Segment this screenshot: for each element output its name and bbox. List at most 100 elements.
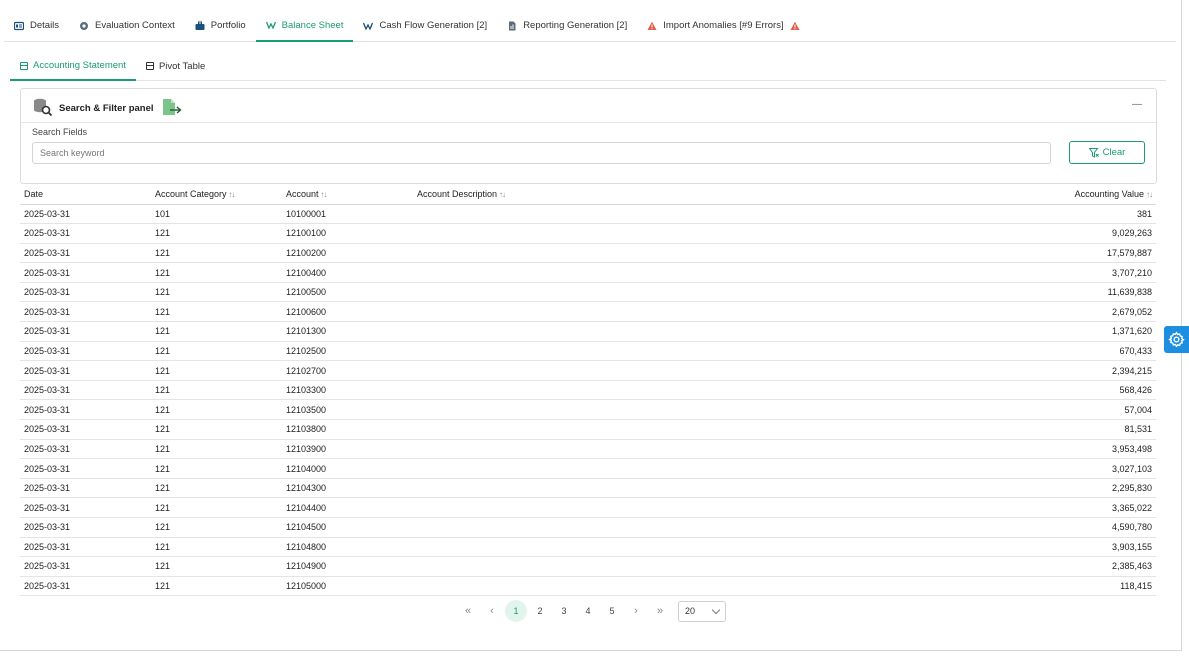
table-row[interactable]: 2025-03-31 101 10100001 381 [20, 204, 1156, 225]
sort-icon[interactable]: ↑↓ [1146, 190, 1153, 199]
table-row[interactable]: 2025-03-31 121 12103900 3,953,498 [20, 439, 1156, 460]
table-row[interactable]: 2025-03-31 121 12105000 118,415 [20, 576, 1156, 597]
cell-accounting-value: 3,707,210 [1013, 262, 1156, 283]
tab-balance-sheet-label: Balance Sheet [281, 19, 344, 31]
cell-account-category: 121 [151, 458, 282, 479]
cell-account-category: 121 [151, 497, 282, 518]
cell-date: 2025-03-31 [20, 204, 151, 225]
search-input[interactable] [32, 142, 1051, 164]
sort-icon[interactable]: ↑↓ [321, 190, 328, 199]
cell-account-description [413, 262, 1013, 283]
table-row[interactable]: 2025-03-31 121 12100100 9,029,263 [20, 223, 1156, 244]
cell-account: 12102500 [282, 341, 413, 362]
table-row[interactable]: 2025-03-31 121 12104800 3,903,155 [20, 537, 1156, 558]
cell-account: 12104300 [282, 478, 413, 499]
details-icon [13, 21, 25, 31]
table-row[interactable]: 2025-03-31 121 12104000 3,027,103 [20, 458, 1156, 479]
page-button-4[interactable]: 4 [577, 600, 599, 622]
cell-account-category: 121 [151, 517, 282, 538]
cell-account-category: 121 [151, 537, 282, 558]
column-header-account-description[interactable]: Account Description ↑↓ [413, 184, 1013, 205]
column-header-account-category[interactable]: Account Category ↑↓ [151, 184, 282, 205]
sort-icon[interactable]: ↑↓ [499, 190, 506, 199]
cell-account: 12100200 [282, 243, 413, 264]
collapse-icon[interactable]: — [1132, 99, 1142, 110]
table-row[interactable]: 2025-03-31 121 12100400 3,707,210 [20, 262, 1156, 283]
cell-account: 12100400 [282, 262, 413, 283]
export-file-icon[interactable] [162, 98, 182, 118]
page-size-value: 20 [685, 606, 696, 616]
page-button-5[interactable]: 5 [601, 600, 623, 622]
page-button-2[interactable]: 2 [529, 600, 551, 622]
table-row[interactable]: 2025-03-31 121 12104300 2,295,830 [20, 478, 1156, 499]
cell-account-description [413, 301, 1013, 323]
cell-account: 12103900 [282, 439, 413, 460]
sort-icon[interactable]: ↑↓ [229, 190, 236, 199]
cell-date: 2025-03-31 [20, 517, 151, 538]
table-row[interactable]: 2025-03-31 121 12104900 2,385,463 [20, 556, 1156, 577]
tab-pivot-table-label: Pivot Table [158, 60, 206, 72]
table-row[interactable]: 2025-03-31 121 12102500 670,433 [20, 341, 1156, 362]
cell-account-description [413, 439, 1013, 460]
table-row[interactable]: 2025-03-31 121 12104500 4,590,780 [20, 517, 1156, 538]
column-header-date[interactable]: Date [20, 184, 151, 205]
cell-account-description [413, 360, 1013, 381]
tab-import-anomalies[interactable]: Import Anomalies [#9 Errors] [637, 10, 809, 41]
cell-date: 2025-03-31 [20, 439, 151, 460]
table-row[interactable]: 2025-03-31 121 12100500 11,639,838 [20, 282, 1156, 303]
tab-balance-sheet[interactable]: Balance Sheet [255, 10, 354, 42]
warning-icon [790, 21, 800, 31]
cell-date: 2025-03-31 [20, 458, 151, 479]
tab-accounting-statement-label: Accounting Statement [33, 60, 126, 71]
next-page-button[interactable]: › [625, 600, 647, 622]
cell-account: 12103800 [282, 419, 413, 440]
clear-button-label: Clear [1102, 147, 1126, 158]
page-button-3[interactable]: 3 [553, 600, 575, 622]
page-size-select[interactable]: 20 [678, 600, 726, 622]
cell-accounting-value: 118,415 [1013, 576, 1156, 597]
tab-evaluation-context[interactable]: Evaluation Context [69, 10, 185, 41]
table-row[interactable]: 2025-03-31 121 12101300 1,371,620 [20, 321, 1156, 342]
cell-accounting-value: 670,433 [1013, 341, 1156, 362]
tab-reporting-generation[interactable]: Reporting Generation [2] [497, 10, 637, 41]
column-header-accounting-value[interactable]: Accounting Value ↑↓ [1013, 184, 1156, 205]
cell-account: 12100100 [282, 223, 413, 244]
tab-accounting-statement[interactable]: Accounting Statement [10, 52, 136, 81]
cell-date: 2025-03-31 [20, 243, 151, 264]
prev-page-button[interactable]: ‹ [481, 600, 503, 622]
cell-account-description [413, 497, 1013, 518]
cell-account-description [413, 399, 1013, 421]
table-row[interactable]: 2025-03-31 121 12103800 81,531 [20, 419, 1156, 440]
table-row[interactable]: 2025-03-31 121 12100600 2,679,052 [20, 301, 1156, 323]
cell-accounting-value: 1,371,620 [1013, 321, 1156, 342]
calendar-icon [20, 61, 28, 70]
table-row[interactable]: 2025-03-31 121 12103500 57,004 [20, 399, 1156, 421]
cell-account: 10100001 [282, 204, 413, 225]
context-icon [79, 21, 89, 31]
cell-account-category: 121 [151, 301, 282, 323]
warning-icon [647, 21, 657, 31]
page-button-1[interactable]: 1 [505, 600, 527, 622]
cell-date: 2025-03-31 [20, 341, 151, 362]
tab-details[interactable]: Details [4, 10, 69, 41]
accounting-table: Date Account Category ↑↓ Account ↑↓ Accoun… [20, 184, 1156, 597]
settings-button[interactable] [1164, 326, 1189, 353]
cell-accounting-value: 4,590,780 [1013, 517, 1156, 538]
cell-account: 12104800 [282, 537, 413, 558]
cell-account-category: 121 [151, 419, 282, 440]
cell-accounting-value: 2,394,215 [1013, 360, 1156, 381]
table-row[interactable]: 2025-03-31 121 12102700 2,394,215 [20, 360, 1156, 381]
table-row[interactable]: 2025-03-31 121 12104400 3,365,022 [20, 497, 1156, 518]
tab-pivot-table[interactable]: Pivot Table [136, 52, 215, 80]
table-row[interactable]: 2025-03-31 121 12100200 17,579,887 [20, 243, 1156, 264]
tab-portfolio[interactable]: Portfolio [185, 10, 256, 41]
cell-account-category: 121 [151, 439, 282, 460]
tab-details-label: Details [30, 20, 60, 31]
table-row[interactable]: 2025-03-31 121 12103300 568,426 [20, 380, 1156, 401]
last-page-button[interactable]: » [649, 600, 671, 622]
column-header-account[interactable]: Account ↑↓ [282, 184, 413, 205]
cell-accounting-value: 57,004 [1013, 399, 1156, 421]
tab-cash-flow-generation[interactable]: Cash Flow Generation [2] [353, 10, 497, 41]
clear-button[interactable]: Clear [1069, 141, 1145, 164]
first-page-button[interactable]: « [457, 600, 479, 622]
